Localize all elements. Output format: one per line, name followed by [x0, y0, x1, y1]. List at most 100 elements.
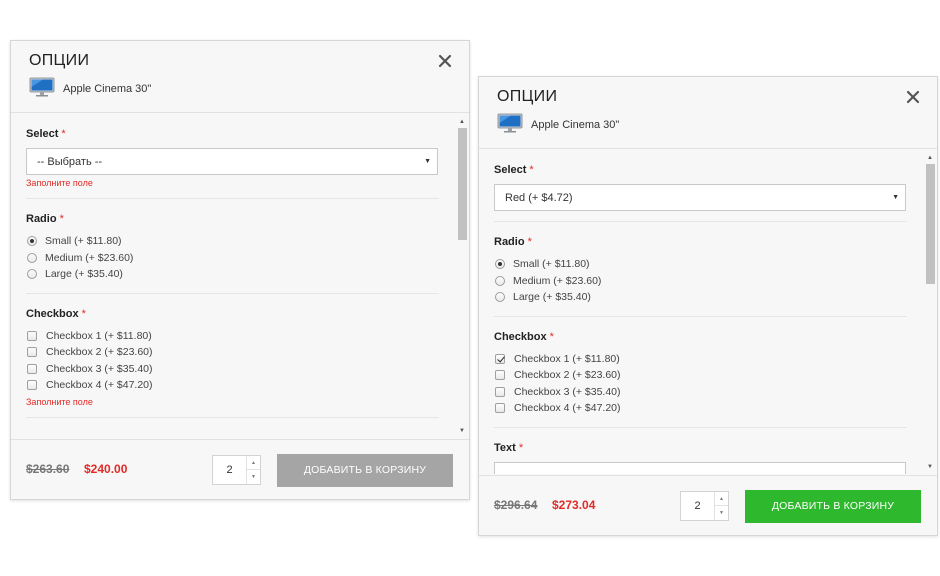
radio-option-group: Radio * Small (+ $11.80) Medium (+ $23.60…	[494, 222, 907, 317]
monitor-icon	[29, 77, 55, 102]
modal-footer: $263.60 $240.00 2 ▲ ▼ ДОБАВИТЬ В КОРЗИНУ	[11, 439, 469, 499]
checkbox-option-3[interactable]: Checkbox 3 (+ $35.40)	[26, 361, 439, 378]
radio-button[interactable]	[27, 252, 37, 263]
quantity-stepper[interactable]: 2 ▲ ▼	[680, 491, 729, 521]
options-modal-right: ОПЦИИ Apple Cinema 30" Select * Red (+ $…	[478, 76, 938, 536]
checkbox-option-2[interactable]: Checkbox 2 (+ $23.60)	[494, 367, 907, 384]
increment-icon[interactable]: ▲	[715, 492, 728, 506]
checkbox-option-2[interactable]: Checkbox 2 (+ $23.60)	[26, 344, 439, 361]
radio-button[interactable]	[27, 236, 37, 247]
select-option-group: Select * -- Выбрать -- ▼ Заполните поле	[26, 114, 439, 199]
decrement-icon[interactable]: ▼	[715, 506, 728, 520]
radio-option-label: Small (+ $11.80)	[513, 258, 590, 271]
radio-option-small[interactable]: Small (+ $11.80)	[26, 233, 439, 250]
checkbox-option-group: Checkbox * Checkbox 1 (+ $11.80) Checkbox…	[26, 294, 439, 418]
radio-button[interactable]	[27, 269, 37, 280]
scroll-down-icon[interactable]: ▼	[458, 427, 466, 435]
checkbox-option-1[interactable]: Checkbox 1 (+ $11.80)	[26, 328, 439, 345]
select-label: Select *	[26, 128, 66, 140]
text-label: Text *	[494, 441, 524, 454]
options-modal-left: ОПЦИИ Apple Cinema 30" Select * -- Выбра…	[10, 40, 470, 500]
checkbox-option-4[interactable]: Checkbox 4 (+ $47.20)	[494, 400, 907, 417]
select-label: Select *	[494, 164, 534, 176]
scrollbar[interactable]: ▲ ▼	[925, 154, 935, 471]
checkbox[interactable]	[495, 386, 505, 397]
radio-button[interactable]	[495, 275, 505, 286]
radio-option-label: Medium (+ $23.60)	[45, 251, 134, 264]
scroll-up-icon[interactable]: ▲	[458, 118, 466, 126]
option-select[interactable]: Red (+ $4.72) ▼	[494, 184, 906, 211]
radio-button[interactable]	[495, 292, 505, 303]
radio-option-label: Small (+ $11.80)	[45, 235, 122, 248]
radio-button[interactable]	[495, 259, 505, 270]
new-price: $240.00	[84, 462, 128, 476]
checkbox-option-label: Checkbox 2 (+ $23.60)	[514, 369, 621, 382]
checkbox-option-group: Checkbox * Checkbox 1 (+ $11.80) Checkbox…	[494, 317, 907, 428]
checkbox-error: Заполните поле	[26, 396, 93, 407]
checkbox-option-4[interactable]: Checkbox 4 (+ $47.20)	[26, 377, 439, 394]
modal-title: ОПЦИИ	[497, 88, 558, 105]
product-info: Apple Cinema 30"	[497, 113, 619, 135]
product-info: Apple Cinema 30"	[29, 77, 151, 102]
select-value: -- Выбрать --	[37, 155, 103, 168]
caret-down-icon: ▼	[892, 194, 899, 201]
text-option-group: Text *	[494, 428, 907, 476]
radio-option-label: Large (+ $35.40)	[45, 268, 123, 281]
checkbox-option-label: Checkbox 4 (+ $47.20)	[514, 402, 621, 415]
radio-option-large[interactable]: Large (+ $35.40)	[494, 289, 907, 306]
scroll-down-icon[interactable]: ▼	[926, 463, 934, 471]
close-icon[interactable]	[905, 89, 921, 105]
checkbox-option-label: Checkbox 3 (+ $35.40)	[514, 385, 621, 398]
add-to-cart-button[interactable]: ДОБАВИТЬ В КОРЗИНУ	[277, 454, 453, 487]
checkbox[interactable]	[495, 353, 505, 364]
checkbox[interactable]	[27, 330, 37, 341]
scroll-up-icon[interactable]: ▲	[926, 154, 934, 162]
modal-body: Select * Red (+ $4.72) ▼ Radio * Small (+ …	[479, 150, 937, 475]
checkbox-option-1[interactable]: Checkbox 1 (+ $11.80)	[494, 351, 907, 368]
checkbox[interactable]	[27, 380, 37, 391]
select-option-group: Select * Red (+ $4.72) ▼	[494, 150, 907, 222]
checkbox[interactable]	[495, 403, 505, 414]
checkbox-option-label: Checkbox 2 (+ $23.60)	[46, 346, 153, 359]
checkbox-option-label: Checkbox 4 (+ $47.20)	[46, 379, 153, 392]
modal-header: ОПЦИИ Apple Cinema 30"	[479, 77, 937, 149]
increment-icon[interactable]: ▲	[247, 456, 260, 470]
select-error: Заполните поле	[26, 178, 93, 188]
text-input[interactable]	[494, 461, 906, 474]
add-to-cart-button[interactable]: ДОБАВИТЬ В КОРЗИНУ	[745, 490, 921, 523]
checkbox-option-label: Checkbox 1 (+ $11.80)	[514, 352, 620, 365]
select-value: Red (+ $4.72)	[505, 191, 573, 204]
radio-option-medium[interactable]: Medium (+ $23.60)	[26, 250, 439, 267]
radio-option-label: Medium (+ $23.60)	[513, 274, 602, 287]
close-icon[interactable]	[437, 53, 453, 69]
checkbox-label: Checkbox *	[494, 330, 554, 343]
scrollbar[interactable]: ▲ ▼	[457, 118, 467, 435]
checkbox-option-label: Checkbox 3 (+ $35.40)	[46, 362, 153, 375]
modal-title: ОПЦИИ	[29, 52, 90, 69]
caret-down-icon: ▼	[424, 158, 431, 165]
radio-option-large[interactable]: Large (+ $35.40)	[26, 266, 439, 283]
quantity-stepper[interactable]: 2 ▲ ▼	[212, 455, 261, 485]
quantity-input[interactable]: 2	[213, 456, 246, 484]
decrement-icon[interactable]: ▼	[247, 470, 260, 484]
radio-option-medium[interactable]: Medium (+ $23.60)	[494, 273, 907, 290]
quantity-input[interactable]: 2	[681, 492, 714, 520]
checkbox[interactable]	[27, 363, 37, 374]
radio-option-group: Radio * Small (+ $11.80) Medium (+ $23.60…	[26, 199, 439, 294]
option-select[interactable]: -- Выбрать -- ▼	[26, 148, 438, 175]
radio-label: Radio *	[26, 213, 64, 225]
scrollbar-thumb[interactable]	[926, 164, 935, 284]
scrollbar-thumb[interactable]	[458, 128, 467, 240]
modal-body: Select * -- Выбрать -- ▼ Заполните поле R…	[11, 114, 469, 439]
radio-option-label: Large (+ $35.40)	[513, 291, 591, 304]
old-price: $296.64	[494, 498, 538, 512]
radio-label: Radio *	[494, 236, 532, 248]
modal-footer: $296.64 $273.04 2 ▲ ▼ ДОБАВИТЬ В КОРЗИНУ	[479, 475, 937, 535]
modal-header: ОПЦИИ Apple Cinema 30"	[11, 41, 469, 113]
checkbox[interactable]	[495, 370, 505, 381]
radio-option-small[interactable]: Small (+ $11.80)	[494, 256, 907, 273]
checkbox-option-3[interactable]: Checkbox 3 (+ $35.40)	[494, 384, 907, 401]
checkbox[interactable]	[27, 347, 37, 358]
old-price: $263.60	[26, 462, 70, 476]
checkbox-option-label: Checkbox 1 (+ $11.80)	[46, 329, 152, 342]
